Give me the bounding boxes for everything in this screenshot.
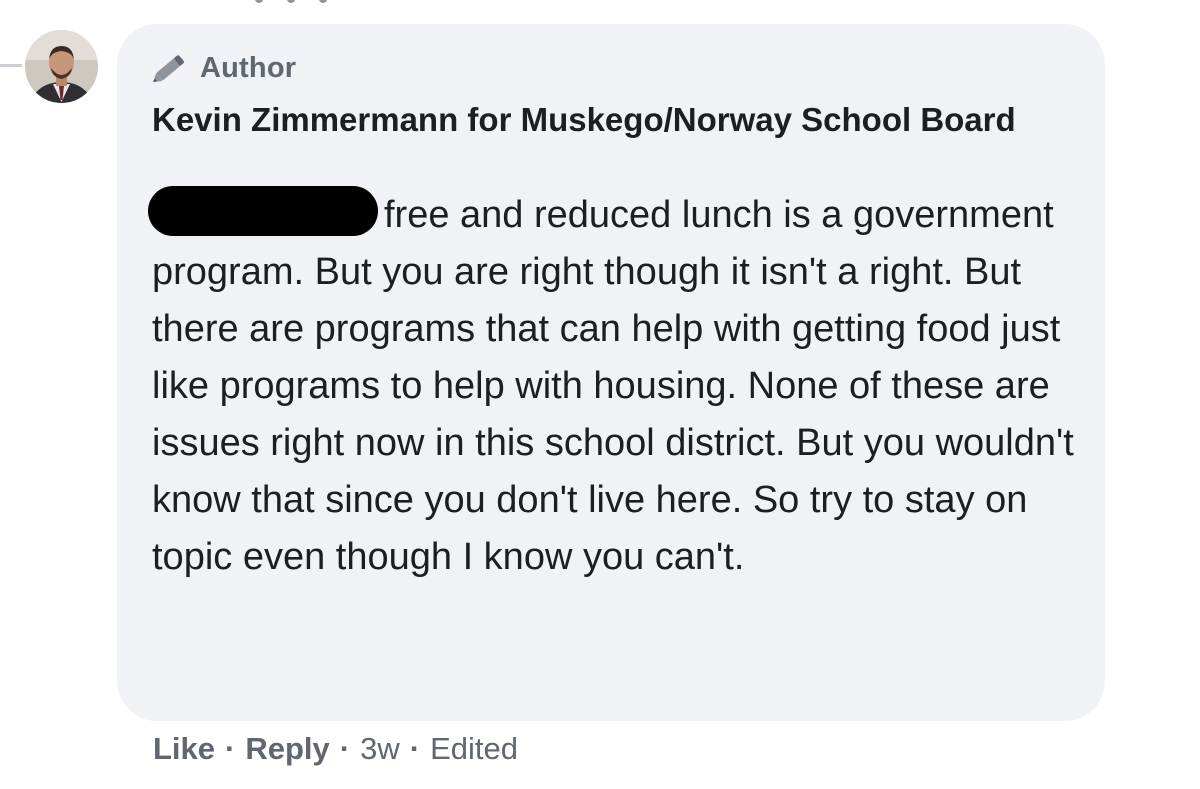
edited-label[interactable]: Edited: [430, 731, 518, 767]
separator-dot: ·: [409, 731, 421, 766]
comment-timestamp[interactable]: 3w: [360, 731, 400, 767]
comment-actions: Like · Reply · 3w · Edited: [153, 726, 518, 772]
comment-bubble: Author Kevin Zimmermann for Muskego/Norw…: [117, 24, 1105, 721]
comment-author-name[interactable]: Kevin Zimmermann for Muskego/Norway Scho…: [152, 97, 1082, 143]
redacted-mention: [148, 186, 378, 236]
comment-text: free and reduced lunch is a government p…: [148, 186, 1092, 586]
separator-dot: ·: [339, 731, 351, 766]
previous-comment-actions-remnant: [255, 0, 365, 6]
avatar[interactable]: [25, 30, 98, 103]
reply-button[interactable]: Reply: [245, 731, 329, 767]
pen-icon: [153, 55, 184, 83]
avatar-image: [25, 30, 98, 103]
separator-dot: ·: [225, 731, 236, 766]
thread-connector-line: [0, 64, 22, 67]
comment-body-text: free and reduced lunch is a government p…: [152, 194, 1074, 578]
comment-thread: Author Kevin Zimmermann for Muskego/Norw…: [0, 0, 1200, 789]
like-button[interactable]: Like: [153, 731, 215, 767]
author-badge-label: Author: [200, 51, 297, 84]
author-badge: Author: [150, 48, 296, 88]
